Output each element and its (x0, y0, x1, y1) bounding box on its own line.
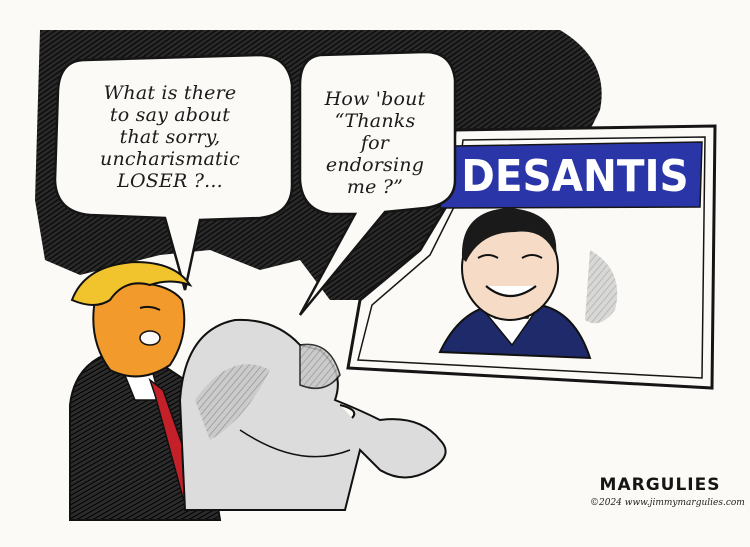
bubble1-line: What is there (103, 82, 237, 104)
bubble2-line: How 'bout (324, 88, 426, 110)
artist-signature: MARGULIES (599, 475, 721, 495)
bubble1-line: to say about (109, 104, 231, 126)
speech-bubble-1-text: What is there to say about that sorry, u… (70, 82, 270, 192)
copyright-notice: ©2024 www.jimmymargulies.com (590, 498, 745, 508)
speech-bubble-2-text: How 'bout “Thanks for endorsing me ?” (300, 88, 450, 198)
bubble2-line: me ?” (346, 176, 404, 198)
cartoon-canvas: What is there to say about that sorry, u… (0, 0, 750, 547)
bubble2-line: for (360, 132, 390, 154)
bubble1-line: that sorry, (119, 126, 221, 148)
bubble2-line: “Thanks (334, 110, 416, 132)
bubble2-line: endorsing (325, 154, 425, 176)
poster-name-banner: DESANTIS (461, 150, 689, 202)
bubble1-line: uncharismatic (100, 148, 240, 170)
bubble1-line: LOSER ?... (117, 170, 223, 192)
